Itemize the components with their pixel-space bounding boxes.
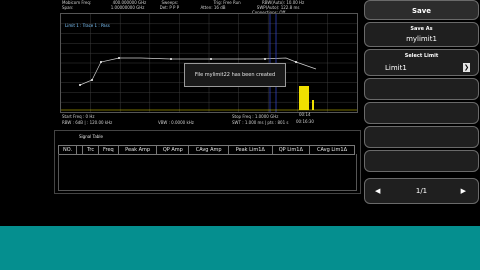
limit-point [210, 58, 212, 60]
limit-point [79, 84, 81, 86]
limit-point [264, 58, 266, 60]
limit-point [100, 61, 102, 63]
pager: ◀ 1/1 ▶ [364, 178, 479, 204]
marker-bar-small [312, 100, 314, 110]
save-as-label: Save As [410, 26, 433, 32]
signal-table-panel: Signal Table NO. Trc Freq Peak Amp QP Am… [54, 130, 361, 194]
save-button[interactable]: Save [364, 0, 479, 20]
softkey-empty-4[interactable] [364, 150, 479, 172]
limit-point [91, 79, 93, 81]
vbw: VBW : 0.0000 kHz [158, 120, 194, 125]
trace-title: Limit 1 : Trace 1 : Pass [65, 23, 110, 28]
file-created-popup[interactable]: File mylimit22 has been created [184, 63, 286, 87]
select-limit-label: Select Limit [404, 53, 439, 59]
limit-point [118, 57, 120, 59]
start-freq: Start Freq : 0 Hz [62, 114, 95, 119]
bottom-bar [0, 226, 480, 270]
analyzer-screen: Mobicom Freq: 400.000000 GHz Sweeps: Tri… [0, 0, 480, 226]
popup-message: File mylimit22 has been created [194, 72, 276, 78]
select-limit-value: Limit1 [385, 64, 407, 72]
marker-label-1: 00:14 [299, 112, 311, 117]
limit-point [295, 61, 297, 63]
select-limit-button[interactable]: Select Limit Limit1 ❯ [364, 49, 479, 76]
swt: SWT : 1.000 ms | pts : 801 s [232, 120, 289, 125]
rbw: RBW : 6dB | : 120.00 kHz [62, 120, 113, 125]
softkey-empty-2[interactable] [364, 102, 479, 124]
right-panel: Save Save As mylimit1 Select Limit Limit… [361, 0, 480, 226]
stop-freq: Stop Freq : 1.0000 GHz [232, 114, 279, 119]
limit-point [170, 58, 172, 60]
softkey-empty-3[interactable] [364, 126, 479, 148]
signal-table-title: Signal Table [79, 134, 103, 139]
signal-table-body [58, 154, 357, 191]
save-as-button[interactable]: Save As mylimit1 [364, 22, 479, 47]
save-as-value: mylimit1 [406, 35, 437, 43]
softkey-empty-1[interactable] [364, 78, 479, 100]
chevron-right-icon[interactable]: ❯ [463, 63, 470, 72]
marker-bar [299, 86, 309, 110]
marker-label-2: 00:16:30 [296, 119, 314, 124]
next-page-icon[interactable]: ▶ [461, 187, 466, 195]
